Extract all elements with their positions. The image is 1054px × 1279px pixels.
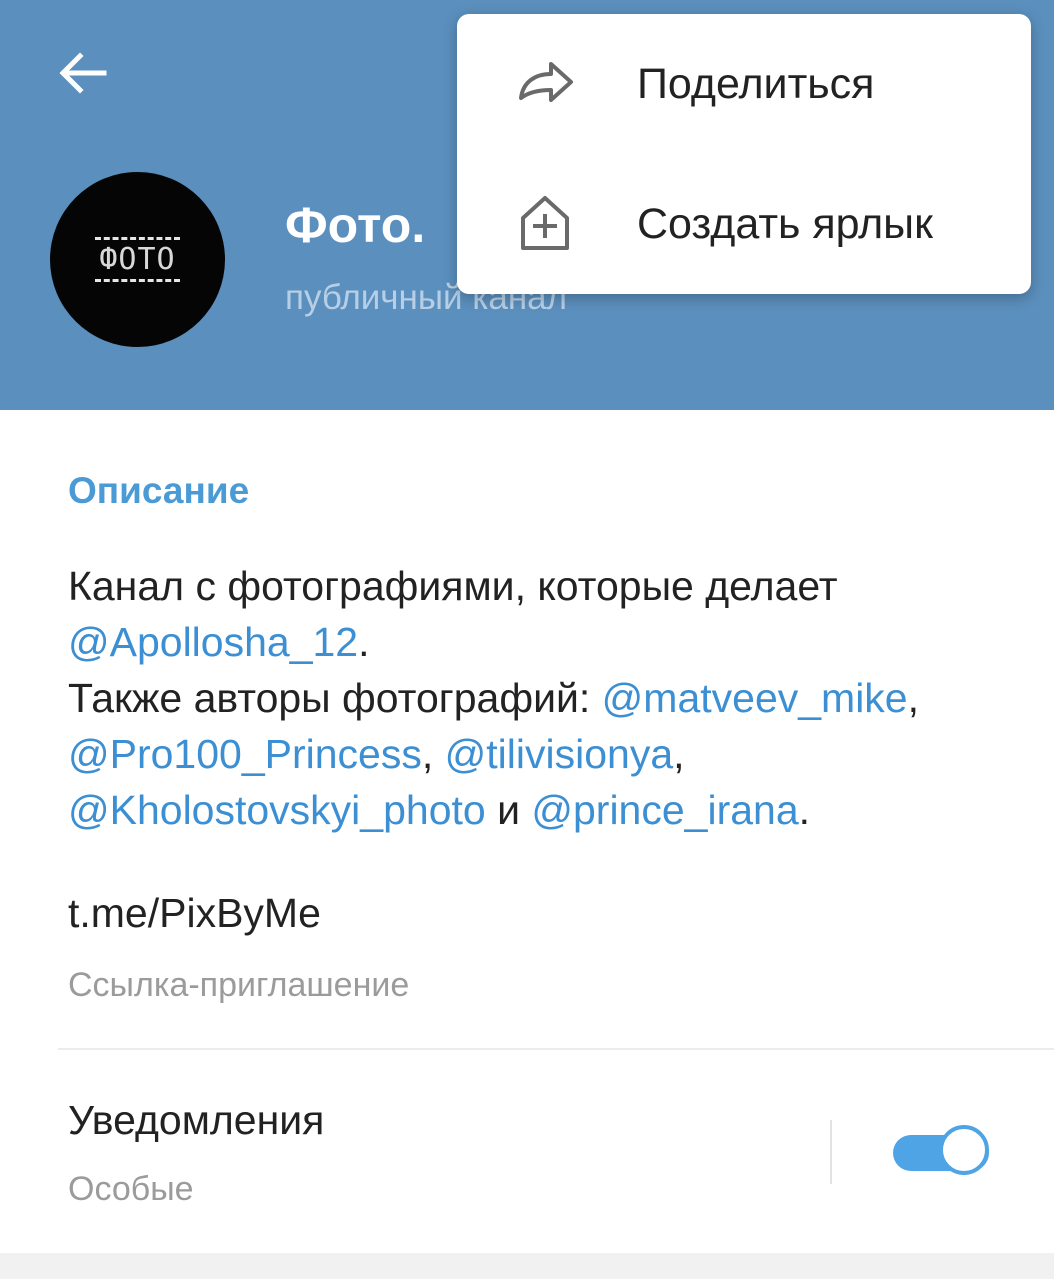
channel-description: Канал с фотографиями, которые делает @Ap…	[68, 558, 968, 838]
channel-title: Фото.	[285, 197, 426, 253]
description-text: Канал с фотографиями, которые делает	[68, 563, 838, 609]
description-text: ,	[673, 731, 685, 777]
share-arrow-icon	[519, 62, 573, 102]
avatar-logo-text: ФОТО	[95, 237, 180, 282]
description-text: ,	[907, 675, 920, 721]
mention-link[interactable]: @Apollosha_12	[68, 619, 358, 665]
section-bottom-shadow	[0, 1253, 1054, 1279]
notifications-toggle[interactable]	[893, 1125, 993, 1181]
arrow-left-icon	[59, 52, 107, 94]
description-text: ,	[421, 731, 445, 777]
mention-link[interactable]: @Pro100_Princess	[68, 731, 422, 777]
menu-item-label: Поделиться	[637, 59, 875, 108]
menu-item-share[interactable]: Поделиться	[457, 14, 1031, 154]
notifications-title[interactable]: Уведомления	[68, 1097, 324, 1144]
menu-item-label: Создать ярлык	[637, 199, 933, 248]
mention-link[interactable]: @tilivisionya	[445, 731, 673, 777]
mention-link[interactable]: @matveev_mike	[602, 675, 908, 721]
description-text: .	[358, 619, 370, 665]
invite-link[interactable]: t.me/PixByMe	[68, 890, 321, 937]
divider	[58, 1048, 1054, 1050]
toggle-knob	[939, 1125, 989, 1175]
description-text: .	[798, 787, 811, 833]
add-shortcut-icon	[521, 196, 569, 250]
mention-link[interactable]: @Kholostovskyi_photo	[68, 787, 486, 833]
back-button[interactable]	[40, 38, 124, 108]
avatar[interactable]: ФОТО	[50, 172, 225, 347]
notifications-subtitle: Особые	[68, 1170, 194, 1208]
section-title-description: Описание	[68, 470, 250, 511]
vertical-separator	[830, 1120, 832, 1184]
menu-item-create-shortcut[interactable]: Создать ярлык	[457, 154, 1031, 294]
invite-link-caption: Ссылка-приглашение	[68, 966, 410, 1004]
mention-link[interactable]: @prince_irana	[531, 787, 798, 833]
description-text: и	[485, 787, 532, 833]
overflow-menu: Поделиться Создать ярлык	[457, 14, 1031, 294]
description-text: Также авторы фотографий:	[68, 675, 602, 721]
